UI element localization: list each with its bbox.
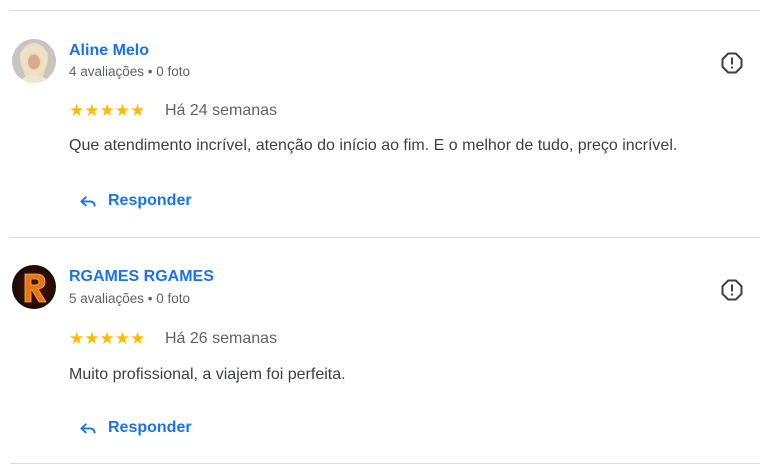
report-button[interactable] bbox=[720, 51, 744, 75]
avatar-photo bbox=[12, 39, 56, 83]
star-rating: ★★★★★ bbox=[69, 101, 146, 120]
review-text: Muito profissional, a viajem foi perfeit… bbox=[69, 366, 346, 383]
avatar-logo bbox=[12, 265, 56, 309]
reply-label: Responder bbox=[108, 192, 192, 209]
review-divider bbox=[10, 237, 760, 238]
review-text: Que atendimento incrível, atenção do iní… bbox=[69, 137, 678, 154]
star-rating: ★★★★★ bbox=[69, 329, 146, 348]
review-time: Há 24 semanas bbox=[165, 102, 278, 119]
reply-button[interactable]: Responder bbox=[78, 414, 192, 442]
review-time: Há 26 semanas bbox=[165, 330, 278, 347]
reply-button[interactable]: Responder bbox=[78, 187, 192, 215]
reviewer-name[interactable]: RGAMES RGAMES bbox=[69, 268, 214, 286]
reviewer-meta: 4 avaliações • 0 foto bbox=[69, 64, 191, 79]
report-icon bbox=[721, 52, 743, 74]
report-icon bbox=[721, 279, 743, 301]
reply-label: Responder bbox=[108, 419, 192, 436]
top-divider bbox=[10, 10, 760, 11]
reply-arrow-icon bbox=[80, 196, 96, 207]
report-button[interactable] bbox=[720, 278, 744, 302]
reviewer-meta: 5 avaliações • 0 foto bbox=[69, 291, 191, 306]
avatar[interactable] bbox=[12, 265, 56, 309]
avatar[interactable] bbox=[12, 39, 56, 83]
reply-arrow-icon bbox=[80, 423, 96, 434]
bottom-divider bbox=[10, 463, 760, 464]
reviewer-name[interactable]: Aline Melo bbox=[69, 42, 149, 60]
